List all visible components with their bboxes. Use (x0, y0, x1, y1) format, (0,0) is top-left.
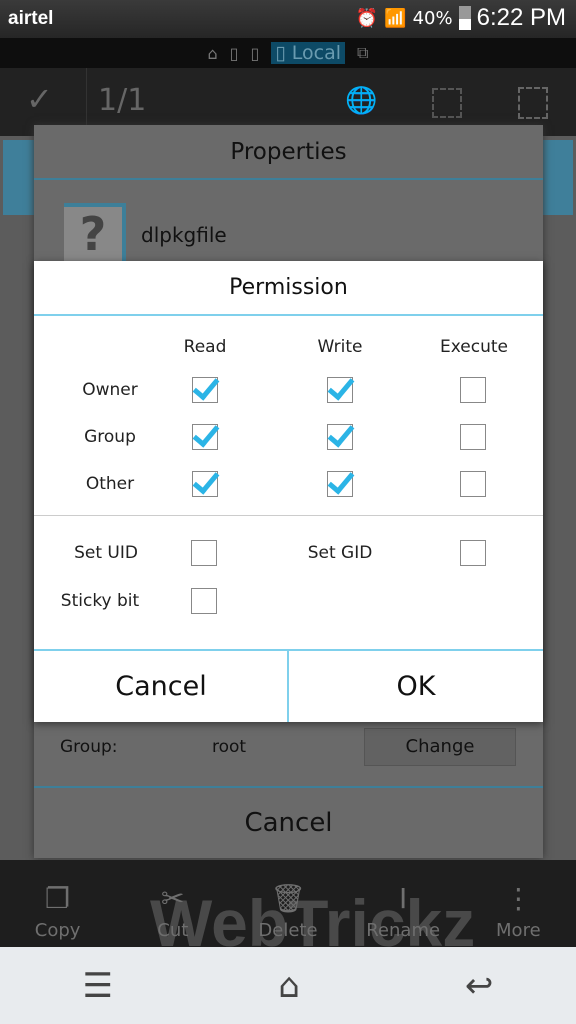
owner-write-checkbox[interactable] (327, 377, 353, 403)
toolbar-cut-button[interactable]: ✂ Cut (123, 882, 223, 941)
file-name: dlpkgfile (141, 223, 227, 247)
web-search-icon[interactable]: 🌐 (345, 86, 377, 116)
selection-count: 1/1 (98, 83, 147, 118)
tab-local-label: Local (291, 42, 342, 64)
device-tab-icon[interactable]: ▯ (250, 44, 259, 63)
toolbar-label: More (496, 920, 541, 941)
alarm-icon: ⏰ (355, 7, 379, 29)
row-label-owner: Owner (82, 380, 138, 400)
set-uid-label: Set UID (74, 543, 138, 563)
set-gid-label: Set GID (307, 543, 373, 563)
other-read-checkbox[interactable] (192, 471, 218, 497)
select-toggle-icon[interactable] (432, 88, 462, 118)
group-value: root (212, 737, 247, 757)
toolbar-delete-button[interactable]: 🗑 Delete (238, 882, 338, 941)
toolbar-label: Delete (258, 920, 318, 941)
more-vertical-icon: ⋮ (504, 882, 533, 915)
row-label-group: Group (84, 427, 136, 447)
group-execute-checkbox[interactable] (460, 424, 486, 450)
scissors-icon: ✂ (161, 882, 185, 915)
set-uid-checkbox[interactable] (191, 540, 217, 566)
permission-cancel-button[interactable]: Cancel (34, 651, 288, 722)
permission-dialog: Permission Read Write Execute Owner Group… (34, 261, 543, 722)
battery-percent: 40% (412, 7, 453, 29)
column-read: Read (183, 337, 227, 357)
permission-ok-button[interactable]: OK (289, 651, 543, 722)
change-group-button[interactable]: Change (364, 728, 516, 766)
row-label-other: Other (85, 474, 135, 494)
back-icon[interactable]: ↩ (465, 966, 494, 1006)
copy-icon: ❐ (45, 882, 71, 915)
location-tabs: ⌂ ▯ ▯ ▯ Local ⧉ (0, 38, 576, 68)
owner-execute-checkbox[interactable] (460, 377, 486, 403)
check-icon[interactable]: ✓ (26, 80, 53, 118)
clock: 6:22 PM (476, 4, 566, 31)
navigation-bar: ☰ ⌂ ↩ (0, 947, 576, 1024)
group-write-checkbox[interactable] (327, 424, 353, 450)
battery-icon (458, 6, 471, 30)
status-bar: airtel ⏰ 📶 40% 6:22 PM (0, 0, 576, 38)
unknown-file-icon: ? (64, 203, 126, 265)
column-execute: Execute (440, 337, 508, 357)
other-write-checkbox[interactable] (327, 471, 353, 497)
toolbar-rename-button[interactable]: I Rename (353, 882, 453, 941)
toolbar-more-button[interactable]: ⋮ More (468, 882, 568, 941)
other-execute-checkbox[interactable] (460, 471, 486, 497)
text-cursor-icon: I (399, 882, 408, 915)
sticky-bit-label: Sticky bit (60, 591, 140, 611)
group-read-checkbox[interactable] (192, 424, 218, 450)
toolbar-copy-button[interactable]: ❐ Copy (8, 882, 108, 941)
properties-title: Properties (34, 125, 543, 180)
select-all-icon[interactable] (518, 87, 548, 119)
toolbar-label: Copy (34, 920, 81, 941)
device-tab-icon[interactable]: ▯ (230, 44, 239, 63)
home-nav-icon[interactable]: ⌂ (278, 966, 300, 1006)
carrier-name: airtel (8, 8, 54, 29)
toolbar-label: Cut (157, 920, 189, 941)
home-icon[interactable]: ⌂ (208, 44, 218, 63)
owner-read-checkbox[interactable] (192, 377, 218, 403)
tab-local[interactable]: ▯ Local (271, 42, 346, 64)
wifi-icon: 📶 (384, 7, 407, 29)
trash-icon: 🗑 (270, 882, 306, 915)
properties-cancel-button[interactable]: Cancel (34, 788, 543, 858)
permission-title: Permission (34, 261, 543, 316)
column-write: Write (317, 337, 363, 357)
toolbar-label: Rename (366, 920, 441, 941)
bottom-toolbar: ❐ Copy ✂ Cut 🗑 Delete I Rename ⋮ More (0, 860, 576, 947)
sticky-bit-checkbox[interactable] (191, 588, 217, 614)
set-gid-checkbox[interactable] (460, 540, 486, 566)
network-device-icon[interactable]: ⧉ (357, 43, 368, 63)
group-label: Group: (60, 737, 118, 757)
menu-icon[interactable]: ☰ (83, 966, 113, 1006)
